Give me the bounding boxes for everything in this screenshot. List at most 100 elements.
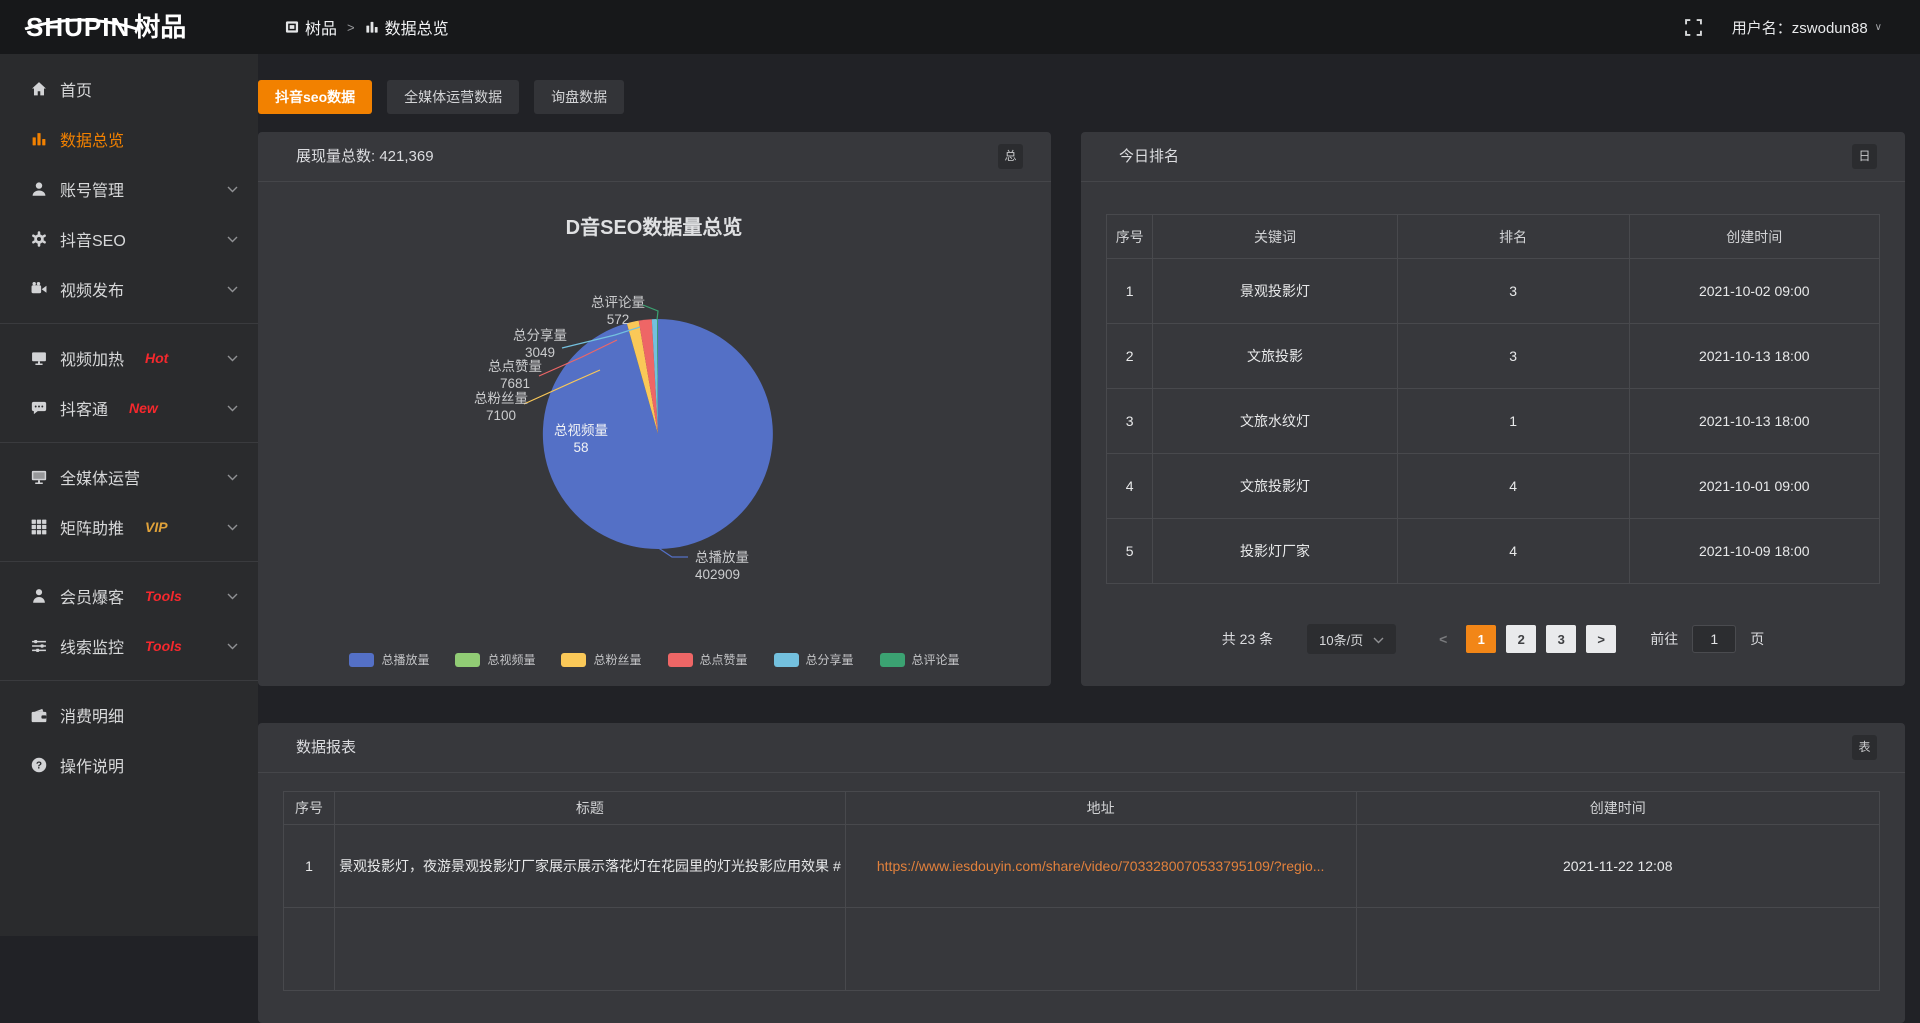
sidebar-item-media-operation[interactable]: 全媒体运营 (0, 452, 258, 502)
table-cell: 3 (1107, 389, 1153, 454)
table-cell: 2 (1107, 324, 1153, 389)
breadcrumb-item[interactable]: 树品 (285, 15, 337, 39)
chat-icon (30, 400, 47, 416)
sidebar-item-label: 视频发布 (60, 277, 124, 301)
page-size-select[interactable]: 10条/页 (1307, 624, 1396, 654)
sidebar-item-label: 消费明细 (60, 703, 124, 727)
chevron-down-icon (227, 474, 238, 481)
table-row: 1景观投影灯，夜游景观投影灯厂家展示展示落花灯在花园里的灯光投影应用效果 #ht… (284, 825, 1880, 908)
sidebar-item-badge: Tools (145, 588, 182, 604)
table-cell (284, 908, 335, 991)
column-header: 创建时间 (1629, 215, 1879, 259)
sidebar-item-clue-monitor[interactable]: 线索监控Tools (0, 621, 258, 671)
tab-询盘数据[interactable]: 询盘数据 (534, 80, 624, 114)
sidebar-item-matrix-boost[interactable]: 矩阵助推VIP (0, 502, 258, 552)
sidebar-item-home[interactable]: 首页 (0, 64, 258, 114)
data-report-panel: 数据报表 表 序号标题地址创建时间 1景观投影灯，夜游景观投影灯厂家展示展示落花… (258, 723, 1905, 1023)
breadcrumb-item[interactable]: 数据总览 (365, 15, 449, 39)
legend-label: 总粉丝量 (593, 651, 641, 668)
sidebar-item-member-burst[interactable]: 会员爆客 Tools (0, 571, 258, 621)
column-header: 地址 (845, 792, 1356, 825)
table-cell: 景观投影灯 (1153, 259, 1397, 324)
legend-item-总粉丝量[interactable]: 总粉丝量 (561, 651, 641, 668)
table-cell: 3 (1397, 259, 1629, 324)
table-cell: 5 (1107, 519, 1153, 584)
table-cell: 2021-10-09 18:00 (1629, 519, 1879, 584)
table-cell: 2021-10-13 18:00 (1629, 324, 1879, 389)
pagination-page-3[interactable]: 3 (1546, 625, 1576, 653)
member-icon (30, 588, 47, 604)
table-cell: 1 (1397, 389, 1629, 454)
sidebar-item-label: 会员爆客 (60, 584, 124, 608)
sidebar-item-consume-detail[interactable]: 消费明细 (0, 690, 258, 740)
table-row: 5投影灯厂家42021-10-09 18:00 (1107, 519, 1880, 584)
pagination-next-button[interactable]: > (1586, 625, 1616, 653)
chevron-down-icon (227, 355, 238, 362)
table-corner-badge[interactable]: 表 (1852, 735, 1877, 760)
cell-time: 2021-11-22 12:08 (1356, 825, 1880, 908)
total-corner-badge[interactable]: 总 (998, 144, 1023, 169)
column-header: 创建时间 (1356, 792, 1880, 825)
pagination-page-1[interactable]: 1 (1466, 625, 1496, 653)
gear-icon (30, 231, 47, 247)
app-logo: SHUPIN 树品 (0, 14, 258, 40)
sidebar-item-video-heat[interactable]: 视频加热Hot (0, 333, 258, 383)
table-row-partial (284, 908, 1880, 991)
column-header: 序号 (284, 792, 335, 825)
goto-page-input[interactable] (1692, 625, 1736, 653)
svg-text:?: ? (35, 761, 41, 772)
fullscreen-icon[interactable] (1685, 19, 1702, 36)
pie-label-name: 总粉丝量 (474, 391, 528, 406)
ranking-panel-header: 今日排名 日 (1081, 132, 1905, 182)
legend-swatch (349, 653, 374, 667)
sidebar-item-data-overview[interactable]: 数据总览 (0, 114, 258, 164)
user-menu[interactable]: 用户名：zswodun88 ∨ (1732, 17, 1882, 38)
table-cell (335, 908, 846, 991)
pagination-page-2[interactable]: 2 (1506, 625, 1536, 653)
tab-抖音seo数据[interactable]: 抖音seo数据 (258, 80, 372, 114)
sidebar-item-account-management[interactable]: 账号管理 (0, 164, 258, 214)
impressions-total-label: 展现量总数: 421,369 (296, 148, 434, 165)
legend-item-总评论量[interactable]: 总评论量 (880, 651, 960, 668)
video-link[interactable]: https://www.iesdouyin.com/share/video/70… (877, 858, 1325, 874)
pie-label-value: 402909 (695, 567, 740, 582)
sidebar-divider (0, 680, 258, 681)
chevron-down-icon (227, 643, 238, 650)
sidebar-item-douyin-seo[interactable]: 抖音SEO (0, 214, 258, 264)
legend-item-总分享量[interactable]: 总分享量 (774, 651, 854, 668)
pagination-prev-button[interactable]: < (1430, 631, 1456, 647)
grid-icon (30, 519, 47, 535)
sidebar-item-badge: New (129, 400, 158, 416)
legend-item-总视频量[interactable]: 总视频量 (455, 651, 535, 668)
sidebar-divider (0, 442, 258, 443)
chevron-down-icon (227, 593, 238, 600)
legend-item-总点赞量[interactable]: 总点赞量 (668, 651, 748, 668)
column-header: 关键词 (1153, 215, 1397, 259)
sidebar-item-doukotong[interactable]: 抖客通New (0, 383, 258, 433)
breadcrumb-separator: > (347, 20, 355, 35)
sidebar-item-video-publish[interactable]: 视频发布 (0, 264, 258, 314)
sidebar-item-label: 操作说明 (60, 753, 124, 777)
table-header-row: 序号标题地址创建时间 (284, 792, 1880, 825)
sidebar-item-label: 矩阵助推 (60, 515, 124, 539)
bar-chart-icon (365, 20, 379, 34)
sidebar-item-label: 数据总览 (60, 127, 124, 151)
table-cell: 投影灯厂家 (1153, 519, 1397, 584)
column-header: 序号 (1107, 215, 1153, 259)
chevron-down-icon (1373, 632, 1384, 647)
today-ranking-panel: 今日排名 日 序号关键词排名创建时间 1景观投影灯32021-10-02 09:… (1081, 132, 1905, 686)
sidebar-item-operation-guide[interactable]: ? 操作说明 (0, 740, 258, 790)
goto-suffix: 页 (1750, 629, 1764, 649)
legend-item-总播放量[interactable]: 总播放量 (349, 651, 429, 668)
pie-label-value: 7681 (500, 376, 530, 391)
table-cell: 4 (1397, 519, 1629, 584)
column-header: 排名 (1397, 215, 1629, 259)
report-table-body: 1景观投影灯，夜游景观投影灯厂家展示展示落花灯在花园里的灯光投影应用效果 #ht… (284, 825, 1880, 991)
legend-swatch (668, 653, 693, 667)
username-label: 用户名：zswodun88 (1732, 17, 1868, 38)
cell-index: 1 (284, 825, 335, 908)
report-panel-header: 数据报表 表 (258, 723, 1905, 773)
sidebar-item-label: 全媒体运营 (60, 465, 140, 489)
tab-全媒体运营数据[interactable]: 全媒体运营数据 (387, 80, 519, 114)
day-corner-badge[interactable]: 日 (1852, 144, 1877, 169)
